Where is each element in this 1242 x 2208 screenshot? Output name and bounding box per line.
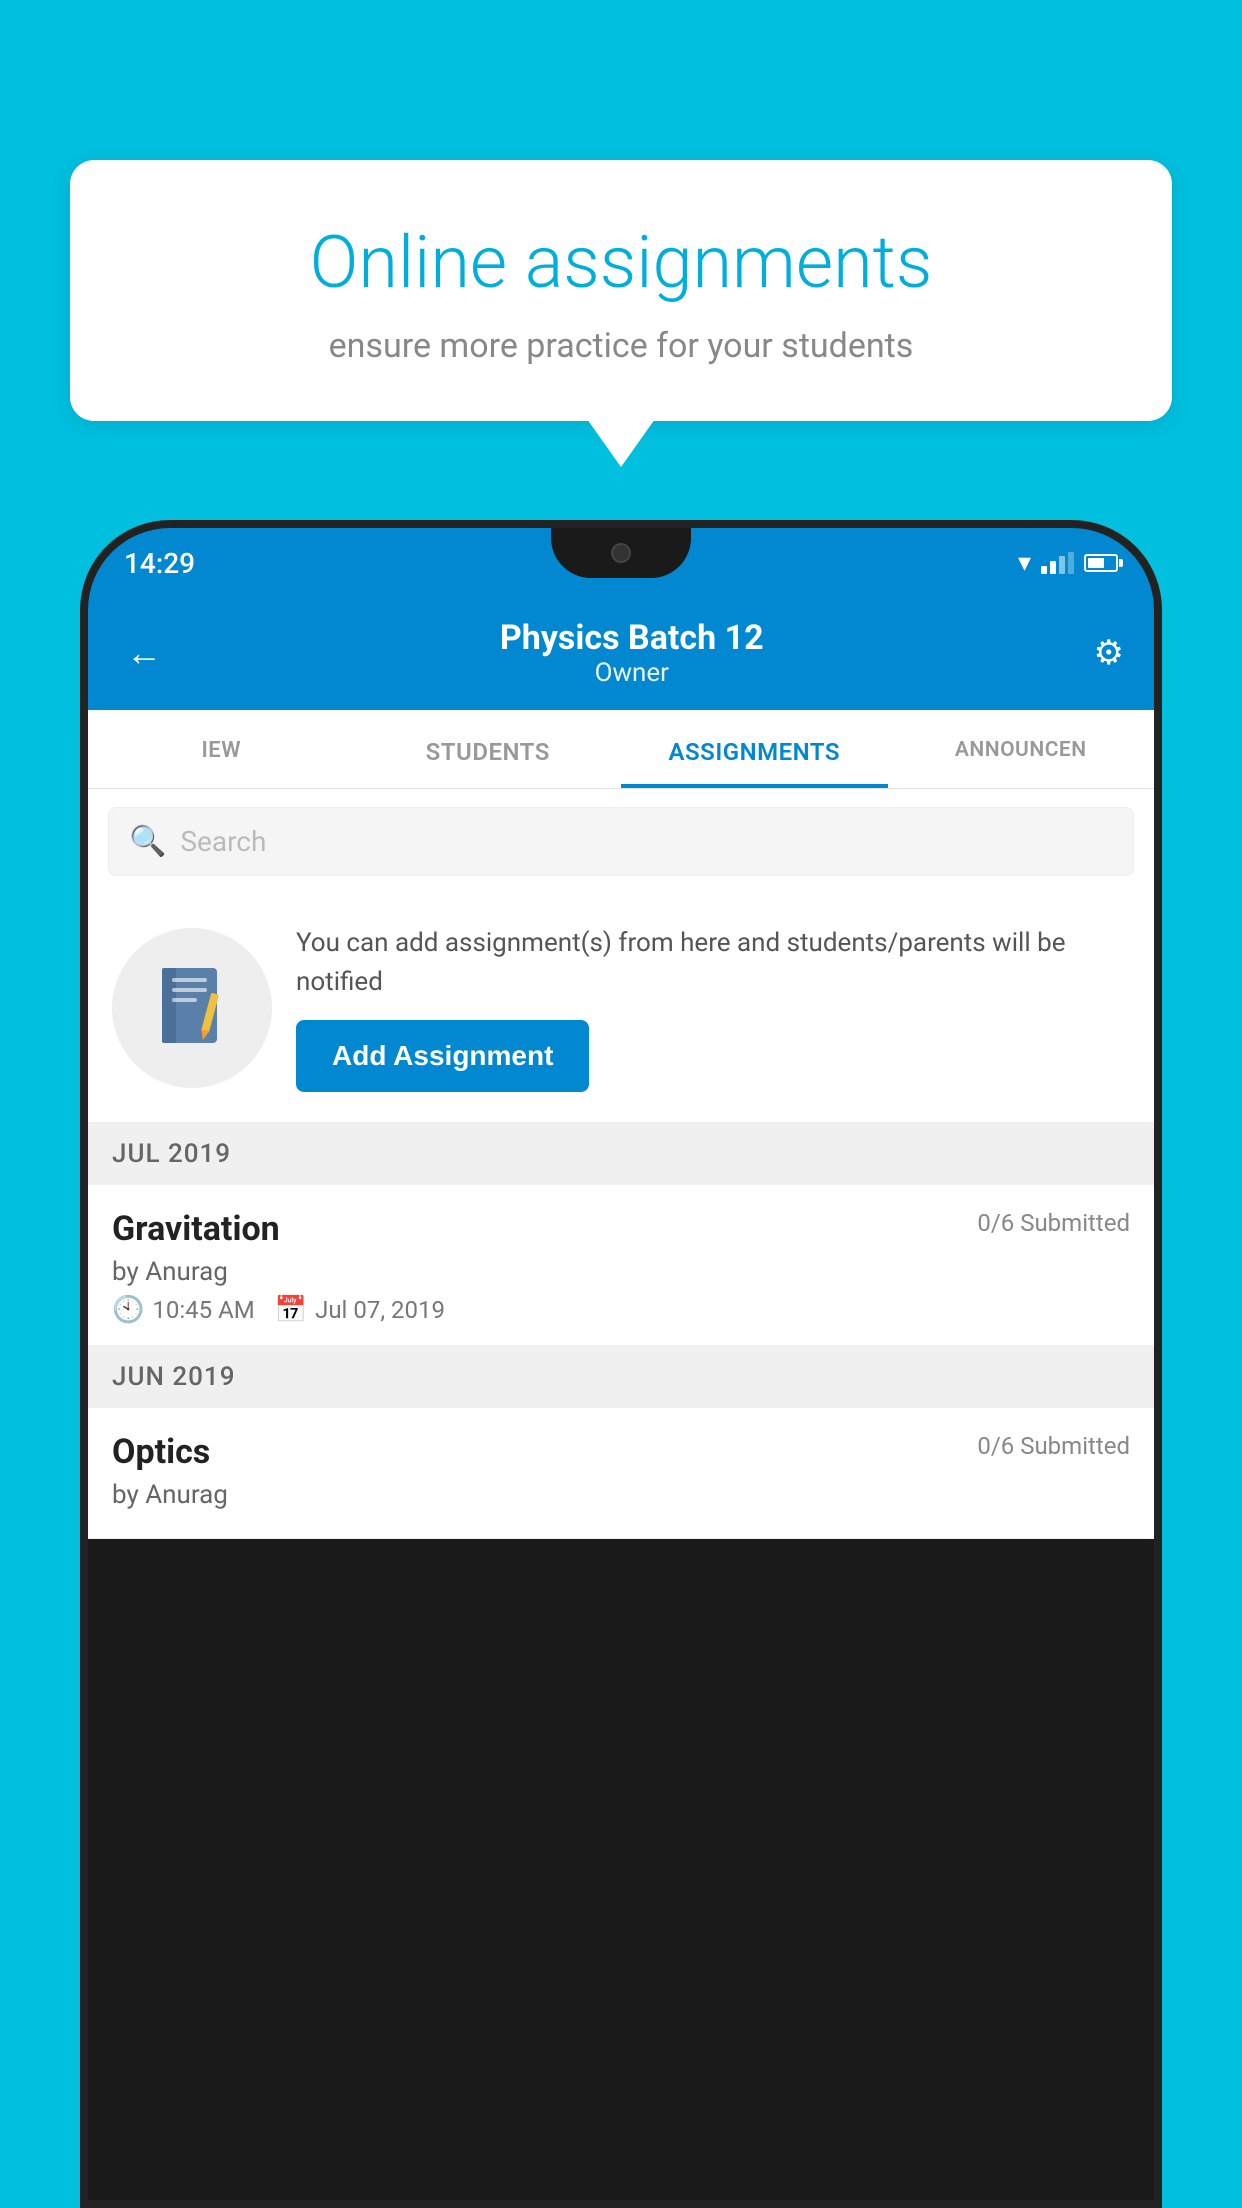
assignment-meta: 🕙 10:45 AM 📅 Jul 07, 2019	[112, 1295, 1130, 1325]
assignment-item-optics[interactable]: Optics 0/6 Submitted by Anurag	[88, 1408, 1154, 1539]
date-meta: 📅 Jul 07, 2019	[275, 1295, 445, 1325]
status-bar: 14:29 ▾	[88, 528, 1154, 598]
screen-content: 🔍 Search You can add ass	[88, 789, 1154, 1539]
speech-bubble: Online assignments ensure more practice …	[70, 160, 1172, 421]
tab-assignments[interactable]: ASSIGNMENTS	[621, 710, 888, 788]
promo-subtitle: ensure more practice for your students	[130, 326, 1112, 366]
assignment-name-optics: Optics	[112, 1432, 210, 1472]
assignment-author-optics: by Anurag	[112, 1480, 1130, 1510]
batch-title: Physics Batch 12	[500, 618, 764, 658]
assignment-name: Gravitation	[112, 1209, 280, 1249]
status-time: 14:29	[124, 547, 195, 580]
search-bar[interactable]: 🔍 Search	[108, 807, 1134, 876]
tab-students[interactable]: STUDENTS	[355, 710, 622, 788]
add-assignment-button[interactable]: Add Assignment	[296, 1020, 589, 1092]
settings-button[interactable]: ⚙	[1094, 633, 1124, 673]
assignment-item-gravitation[interactable]: Gravitation 0/6 Submitted by Anurag 🕙 10…	[88, 1185, 1154, 1346]
app-header: ← Physics Batch 12 Owner ⚙	[88, 598, 1154, 710]
promo-title: Online assignments	[130, 220, 1112, 306]
assignment-author: by Anurag	[112, 1257, 1130, 1287]
assignment-icon-circle	[112, 928, 272, 1088]
battery-icon	[1084, 554, 1118, 572]
tab-announcements[interactable]: ANNOUNCEN	[888, 710, 1155, 788]
notch	[551, 528, 691, 578]
tabs-bar: IEW STUDENTS ASSIGNMENTS ANNOUNCEN	[88, 710, 1154, 789]
section-header-jul: JUL 2019	[88, 1123, 1154, 1185]
notebook-icon	[152, 963, 232, 1053]
tab-overview[interactable]: IEW	[88, 710, 355, 788]
submitted-count: 0/6 Submitted	[977, 1209, 1130, 1237]
assignment-time: 10:45 AM	[152, 1296, 254, 1324]
promo-card: Online assignments ensure more practice …	[70, 160, 1172, 421]
status-icons: ▾	[1018, 548, 1118, 578]
submitted-count-optics: 0/6 Submitted	[977, 1432, 1130, 1460]
assignment-item-header: Gravitation 0/6 Submitted	[112, 1209, 1130, 1249]
phone-frame: 14:29 ▾ ← Physics Batch 12 Owner ⚙ IEW	[80, 520, 1162, 2208]
search-input[interactable]: Search	[180, 825, 266, 858]
wifi-icon: ▾	[1018, 548, 1031, 578]
clock-icon: 🕙	[112, 1295, 144, 1325]
time-meta: 🕙 10:45 AM	[112, 1295, 255, 1325]
header-title-block: Physics Batch 12 Owner	[500, 618, 764, 688]
assignment-right: You can add assignment(s) from here and …	[296, 924, 1130, 1092]
back-button[interactable]: ←	[118, 624, 170, 682]
owner-label: Owner	[500, 658, 764, 688]
section-header-jun: JUN 2019	[88, 1346, 1154, 1408]
assignment-item-header-optics: Optics 0/6 Submitted	[112, 1432, 1130, 1472]
camera	[611, 543, 631, 563]
search-icon: 🔍	[129, 824, 166, 859]
signal-icon	[1041, 552, 1074, 574]
assignment-date: Jul 07, 2019	[315, 1296, 445, 1324]
calendar-icon: 📅	[275, 1295, 307, 1325]
search-bar-container: 🔍 Search	[88, 789, 1154, 894]
assignment-description: You can add assignment(s) from here and …	[296, 924, 1130, 1002]
add-assignment-section: You can add assignment(s) from here and …	[88, 894, 1154, 1123]
